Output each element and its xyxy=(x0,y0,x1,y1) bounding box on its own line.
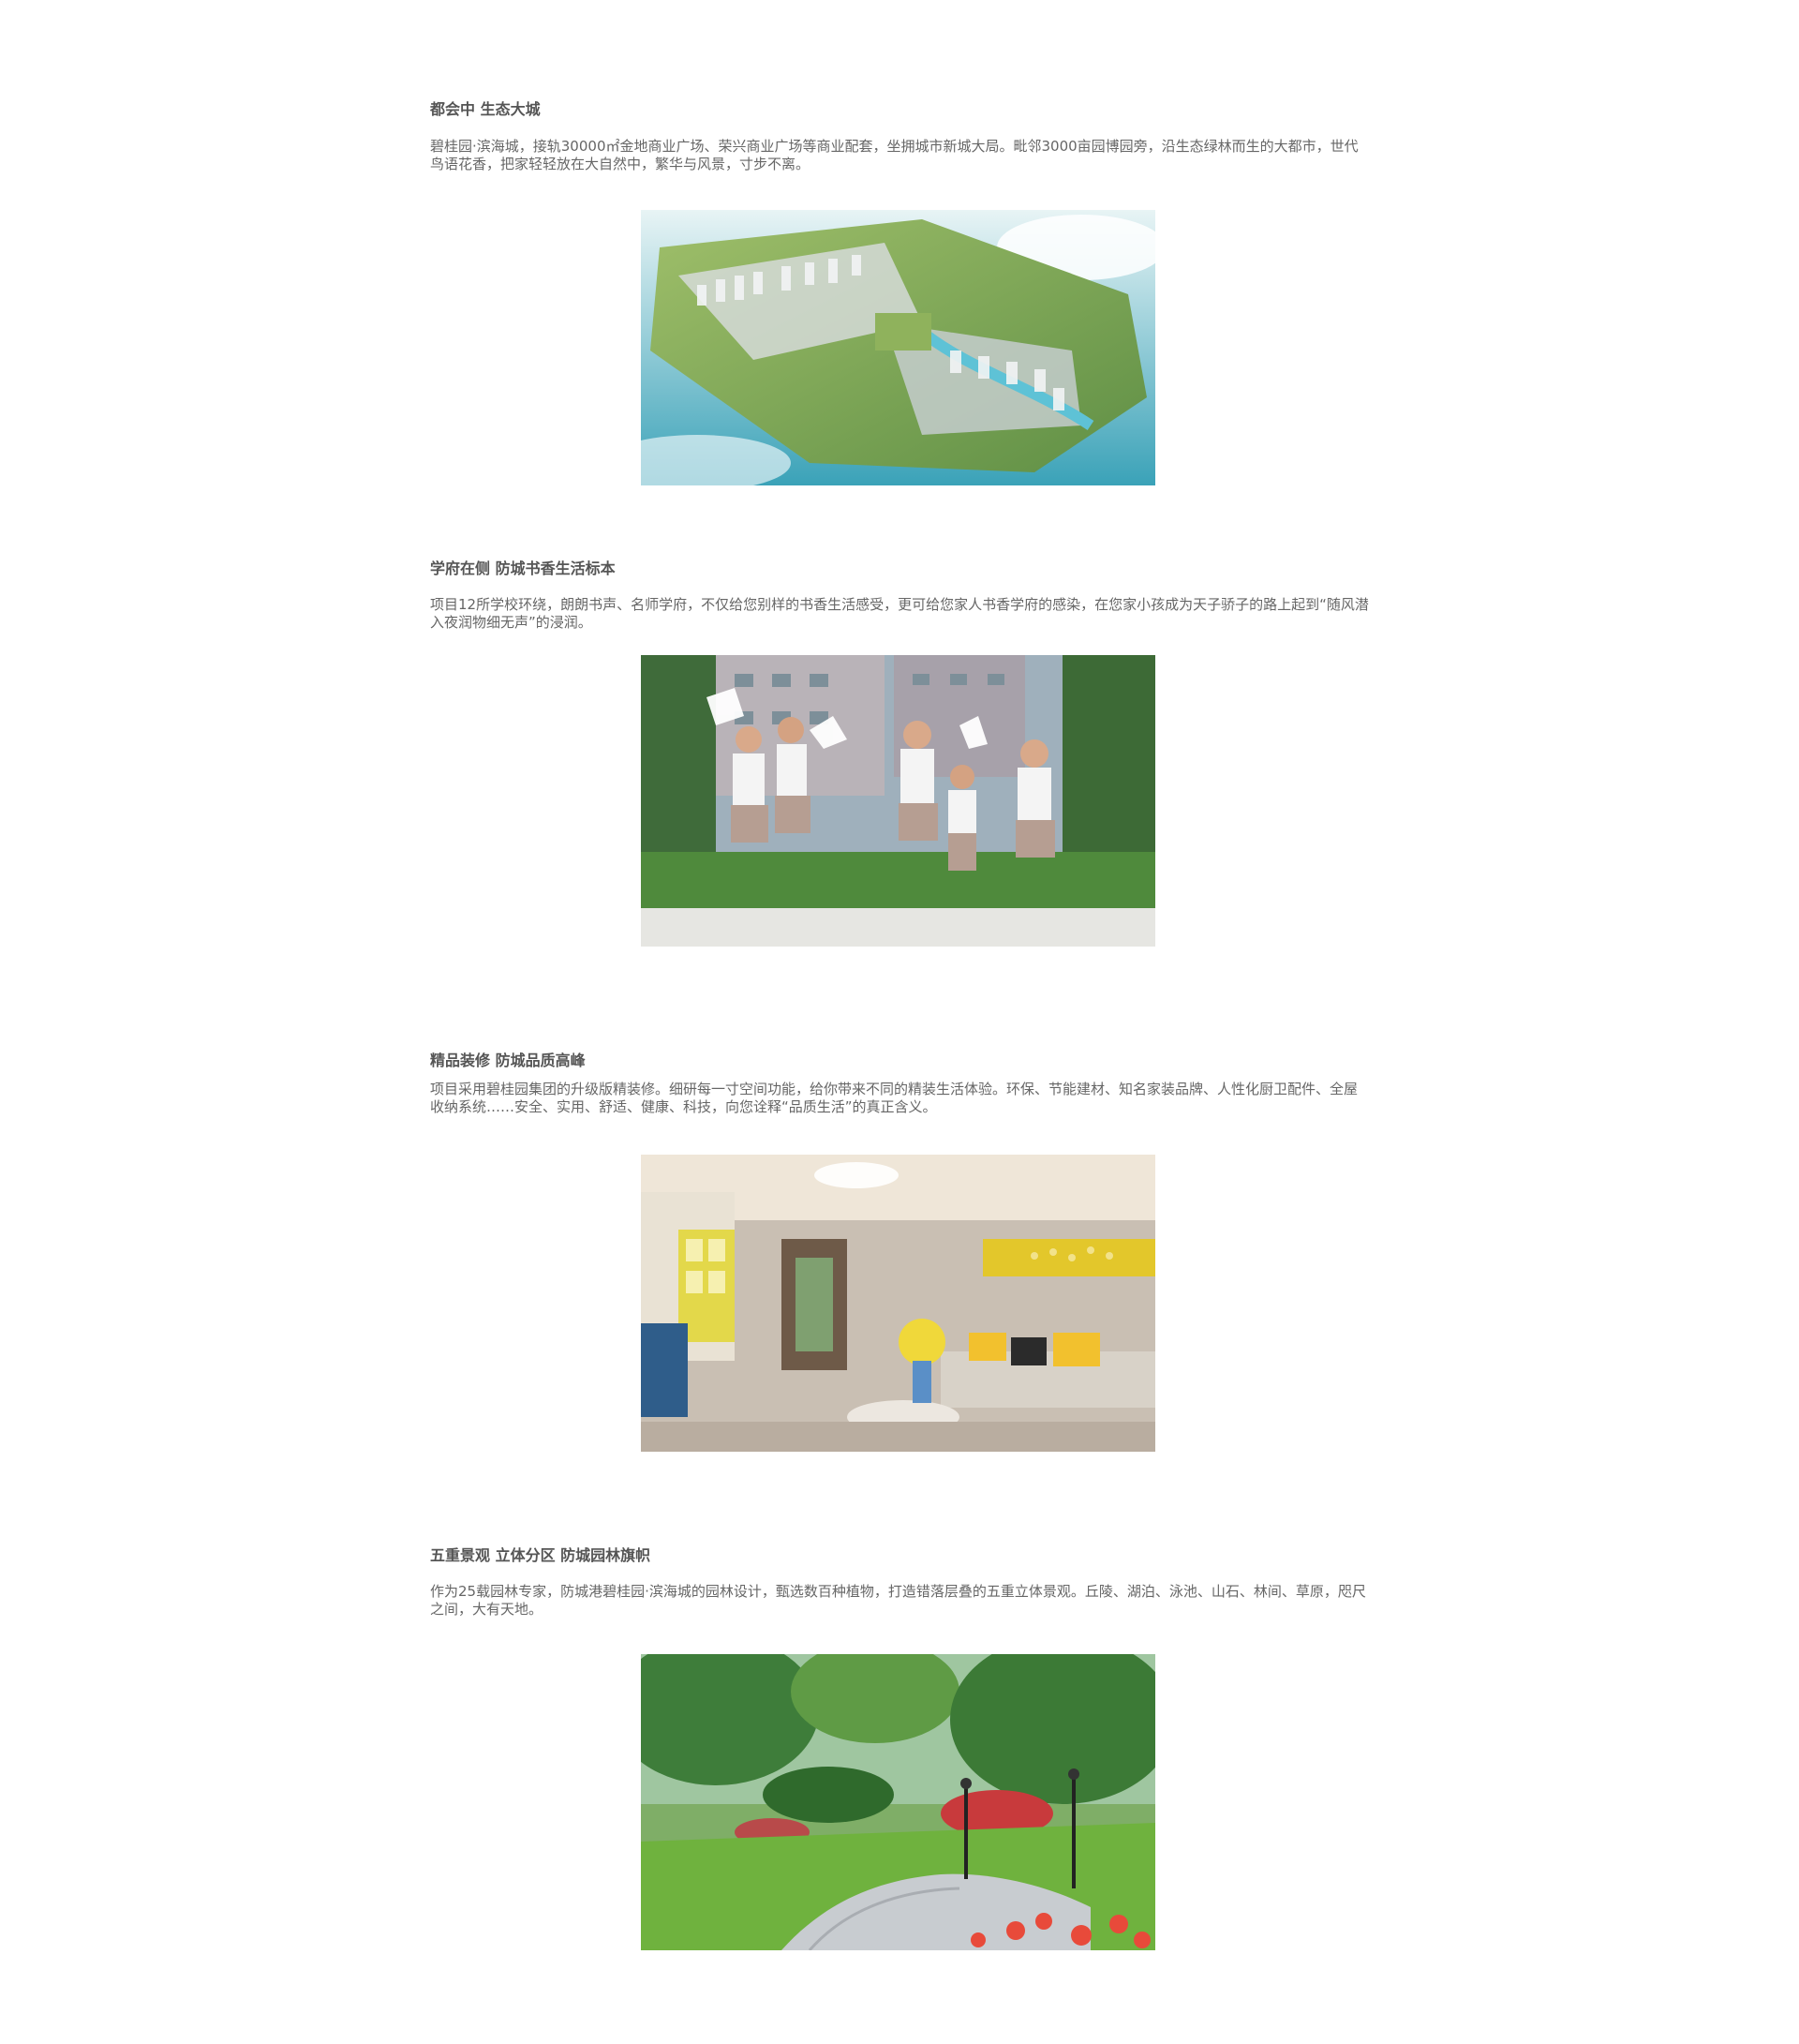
living-room-interior-photo xyxy=(641,1155,1155,1452)
section-body-decoration: 项目采用碧桂园集团的升级版精装修。细研每一寸空间功能，给你带来不同的精装生活体验… xyxy=(430,1081,1359,1115)
garden-landscape-photo xyxy=(641,1654,1155,1950)
aerial-city-plan-illustration xyxy=(641,210,1155,485)
section-title-decoration: 精品装修 防城品质高峰 xyxy=(430,1052,586,1069)
section-title-school: 学府在侧 防城书香生活标本 xyxy=(430,559,616,577)
section-title-landscape: 五重景观 立体分区 防城园林旗帜 xyxy=(430,1546,651,1564)
students-running-photo xyxy=(641,655,1155,947)
section-body-eco-city: 碧桂园·滨海城，接轨30000㎡金地商业广场、荣兴商业广场等商业配套，坐拥城市新… xyxy=(430,138,1359,172)
section-body-landscape: 作为25载园林专家，防城港碧桂园·滨海城的园林设计，甄选数百种植物，打造错落层叠… xyxy=(430,1583,1366,1618)
section-body-school: 项目12所学校环绕，朗朗书声、名师学府，不仅给您别样的书香生活感受，更可给您家人… xyxy=(430,596,1369,631)
section-title-eco-city: 都会中 生态大城 xyxy=(430,100,541,118)
